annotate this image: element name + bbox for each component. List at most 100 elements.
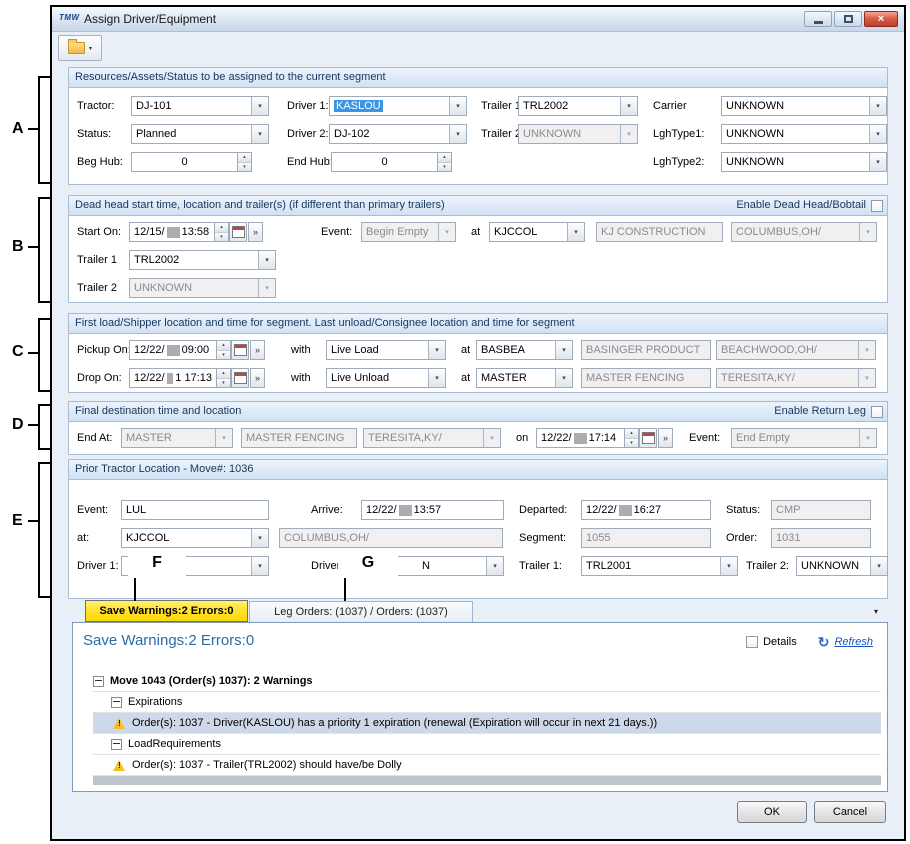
chevron-down-icon[interactable]: ▾ <box>869 97 886 115</box>
end-hub-stepper[interactable]: ▴▾ <box>438 152 452 172</box>
drop-date-stepper[interactable]: ▴▾ <box>217 368 231 388</box>
chevron-down-icon[interactable]: ▾ <box>89 45 92 52</box>
pickup-location-select[interactable]: BASBEA▾ <box>476 340 573 360</box>
spin-down-icon[interactable]: ▾ <box>625 439 638 448</box>
chevron-down-icon[interactable]: ▾ <box>567 223 584 241</box>
more-options-button[interactable]: » <box>248 222 263 242</box>
trailer1-select[interactable]: TRL2002▾ <box>518 96 638 116</box>
end-date-input[interactable]: 12/22/17:14 <box>536 428 625 448</box>
chevron-down-icon[interactable]: ▾ <box>251 557 268 575</box>
calendar-button[interactable] <box>229 222 247 242</box>
prior-event-field[interactable]: LUL <box>121 500 269 520</box>
prior-trailer1-select[interactable]: TRL2001▾ <box>581 556 738 576</box>
carrier-select[interactable]: UNKNOWN▾ <box>721 96 887 116</box>
refresh-icon[interactable]: ↻ <box>818 635 830 649</box>
beg-hub-input[interactable]: 0 <box>131 152 238 172</box>
drop-location-select[interactable]: MASTER▾ <box>476 368 573 388</box>
more-options-button[interactable]: » <box>250 340 265 360</box>
pickup-company-value: BASINGER PRODUCT <box>586 344 700 356</box>
title-bar[interactable]: TMW Assign Driver/Equipment × <box>52 7 904 32</box>
chevron-down-icon[interactable]: ▾ <box>251 125 268 143</box>
lghtype2-select[interactable]: UNKNOWN▾ <box>721 152 887 172</box>
close-button[interactable]: × <box>864 11 898 27</box>
maximize-button[interactable] <box>834 11 862 27</box>
prior-location-select[interactable]: KJCCOL▾ <box>121 528 269 548</box>
spin-up-icon[interactable]: ▴ <box>438 153 451 163</box>
chevron-down-icon[interactable]: ▾ <box>486 557 503 575</box>
chevron-down-icon[interactable]: ▾ <box>258 251 275 269</box>
section-resources-header: Resources/Assets/Status to be assigned t… <box>69 68 887 88</box>
chevron-down-icon[interactable]: ▾ <box>251 529 268 547</box>
chevron-down-icon[interactable]: ▾ <box>720 557 737 575</box>
chevron-down-icon[interactable]: ▾ <box>869 153 886 171</box>
spin-up-icon[interactable]: ▴ <box>217 369 230 379</box>
cancel-button[interactable]: Cancel <box>814 801 886 823</box>
spin-down-icon[interactable]: ▾ <box>438 163 451 172</box>
chevron-down-icon[interactable]: ▾ <box>870 557 887 575</box>
minimize-icon <box>814 21 823 24</box>
chevron-down-icon[interactable]: ▾ <box>869 125 886 143</box>
minimize-button[interactable] <box>804 11 832 27</box>
more-options-button[interactable]: » <box>250 368 265 388</box>
status-select[interactable]: Planned▾ <box>131 124 269 144</box>
start-on-date-input[interactable]: 12/15/13:58 <box>129 222 215 242</box>
prior-trailer2-select[interactable]: UNKNOWN▾ <box>796 556 888 576</box>
tab-leg-orders[interactable]: Leg Orders: (1037) / Orders: (1037) <box>249 601 473 622</box>
tab-save-warnings[interactable]: Save Warnings:2 Errors:0 <box>85 600 248 622</box>
spin-down-icon[interactable]: ▾ <box>217 351 230 360</box>
chevron-down-icon[interactable]: ▾ <box>555 341 572 359</box>
end-hub-input[interactable]: 0 <box>331 152 438 172</box>
enable-return-leg-checkbox[interactable] <box>871 406 883 418</box>
driver1-select[interactable]: KASLOU▾ <box>329 96 467 116</box>
drop-event-select[interactable]: Live Unload▾ <box>326 368 446 388</box>
spin-up-icon[interactable]: ▴ <box>215 223 228 233</box>
details-checkbox[interactable] <box>746 636 758 648</box>
warning-tree-row[interactable]: LoadRequirements <box>93 734 881 755</box>
chevron-down-icon[interactable]: ▾ <box>428 369 445 387</box>
start-on-stepper[interactable]: ▴▾ <box>215 222 229 242</box>
drop-date-input[interactable]: 12/22/1 17:13 <box>129 368 217 388</box>
calendar-button[interactable] <box>639 428 657 448</box>
spin-up-icon[interactable]: ▴ <box>217 341 230 351</box>
collapse-icon[interactable] <box>93 676 104 687</box>
refresh-link[interactable]: Refresh <box>834 636 873 648</box>
collapse-icon[interactable] <box>111 697 122 708</box>
warning-tree-row[interactable]: Order(s): 1037 - Trailer(TRL2002) should… <box>93 755 881 776</box>
pickup-date-stepper[interactable]: ▴▾ <box>217 340 231 360</box>
chevron-down-icon[interactable]: ▾ <box>620 97 637 115</box>
arrive-field[interactable]: 12/22/13:57 <box>361 500 504 520</box>
chevron-down-icon[interactable]: ▾ <box>251 97 268 115</box>
chevron-down-icon[interactable]: ▾ <box>449 125 466 143</box>
pickup-event-select[interactable]: Live Load▾ <box>326 340 446 360</box>
more-options-button[interactable]: » <box>658 428 673 448</box>
warning-tree-row[interactable]: Order(s): 1037 - Driver(KASLOU) has a pr… <box>93 713 881 734</box>
calendar-button[interactable] <box>231 340 249 360</box>
end-date-stepper[interactable]: ▴▾ <box>625 428 639 448</box>
enable-deadhead-checkbox[interactable] <box>871 200 883 212</box>
tab-list-dropdown-icon[interactable]: ▾ <box>874 607 878 616</box>
calendar-button[interactable] <box>231 368 249 388</box>
driver2-select[interactable]: DJ-102▾ <box>329 124 467 144</box>
ok-button[interactable]: OK <box>737 801 807 823</box>
enable-return-leg-label: Enable Return Leg <box>774 402 866 421</box>
driver2-value: DJ-102 <box>330 125 449 143</box>
deadhead-location-select[interactable]: KJCCOL▾ <box>489 222 585 242</box>
pickup-date-input[interactable]: 12/22/09:00 <box>129 340 217 360</box>
chevron-down-icon[interactable]: ▾ <box>555 369 572 387</box>
spin-up-icon[interactable]: ▴ <box>238 153 251 163</box>
collapse-icon[interactable] <box>111 739 122 750</box>
departed-field[interactable]: 12/22/16:27 <box>581 500 711 520</box>
chevron-down-icon[interactable]: ▾ <box>428 341 445 359</box>
warning-tree-row[interactable]: Expirations <box>93 692 881 713</box>
warning-tree-row[interactable]: Move 1043 (Order(s) 1037): 2 Warnings <box>93 671 881 692</box>
open-button[interactable]: ▾ <box>58 35 102 61</box>
chevron-down-icon[interactable]: ▾ <box>449 97 466 115</box>
spin-up-icon[interactable]: ▴ <box>625 429 638 439</box>
spin-down-icon[interactable]: ▾ <box>217 379 230 388</box>
spin-down-icon[interactable]: ▾ <box>215 233 228 242</box>
beg-hub-stepper[interactable]: ▴▾ <box>238 152 252 172</box>
spin-down-icon[interactable]: ▾ <box>238 163 251 172</box>
deadhead-trailer1-select[interactable]: TRL2002▾ <box>129 250 276 270</box>
lghtype1-select[interactable]: UNKNOWN▾ <box>721 124 887 144</box>
tractor-select[interactable]: DJ-101▾ <box>131 96 269 116</box>
